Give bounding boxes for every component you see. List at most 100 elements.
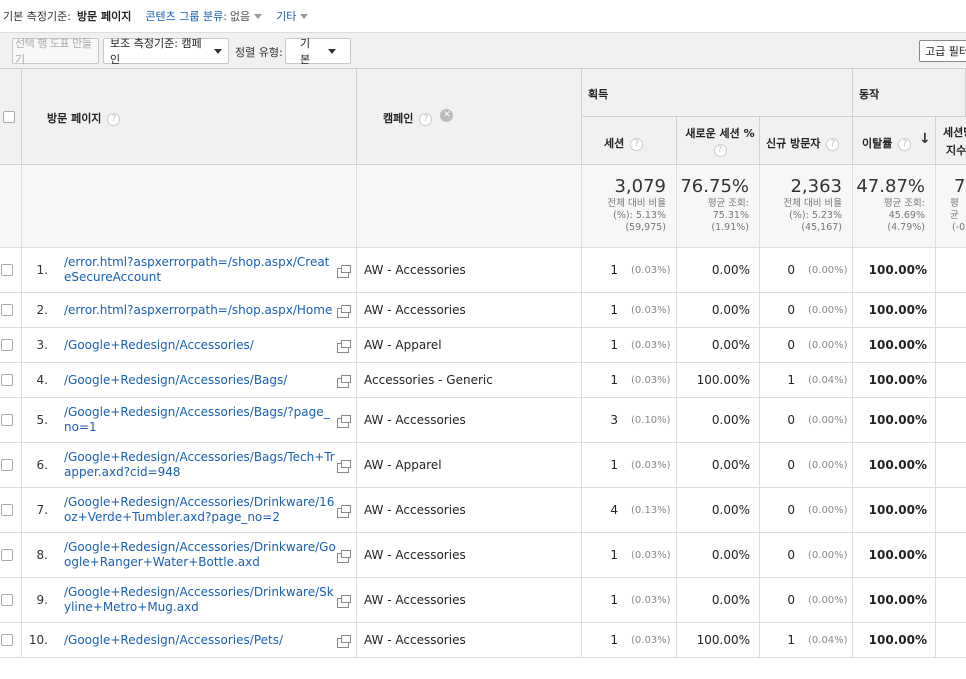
new-users-header[interactable]: 신규 방문자? (760, 117, 853, 165)
bounce-rate-value: 100.00% (868, 263, 927, 277)
bounce-rate-header[interactable]: 이탈률? ↓ (853, 117, 936, 165)
bounce-rate-value: 100.00% (868, 338, 927, 352)
sessions-pct: (0.03%) (631, 305, 671, 316)
row-select-checkbox[interactable] (1, 459, 13, 471)
sort-descending-icon[interactable]: ↓ (919, 131, 931, 147)
sessions-value: 1 (610, 338, 618, 352)
row-select-checkbox[interactable] (1, 549, 13, 561)
new-users-value: 0 (787, 413, 795, 427)
campaign-value: AW - Apparel (364, 338, 442, 352)
primary-dimension-bar: 기본 측정기준: 방문 페이지 콘텐츠 그룹 분류: 없음 기타 (0, 0, 966, 32)
total-pages-per-session-note-3: (-0 (952, 222, 966, 233)
sessions-value: 3 (610, 413, 618, 427)
campaign-value: AW - Accessories (364, 413, 466, 427)
new-users-value: 0 (787, 548, 795, 562)
pages-per-session-header-label: 세션당 (943, 126, 966, 139)
open-in-new-window-icon[interactable] (337, 305, 351, 318)
landing-page-link[interactable]: /Google+Redesign/Accessories/Bags/?page_… (64, 405, 336, 435)
select-all-checkbox[interactable] (3, 111, 15, 123)
open-in-new-window-icon[interactable] (337, 505, 351, 518)
sessions-pct: (0.03%) (631, 550, 671, 561)
content-group-dropdown[interactable]: 콘텐츠 그룹 분류: 없음 (145, 8, 263, 24)
new-sessions-value: 100.00% (696, 633, 750, 647)
row-number: 5. (36, 413, 48, 427)
row-select-checkbox[interactable] (1, 264, 13, 276)
open-in-new-window-icon[interactable] (337, 595, 351, 608)
landing-page-link[interactable]: /error.html?aspxerrorpath=/shop.aspx/Hom… (64, 303, 336, 318)
campaign-header[interactable]: 캠페인? ✕ (357, 69, 582, 165)
landing-page-link[interactable]: /Google+Redesign/Accessories/Pets/ (64, 633, 336, 648)
open-in-new-window-icon[interactable] (337, 460, 351, 473)
open-in-new-window-icon[interactable] (337, 635, 351, 648)
help-icon[interactable]: ? (107, 112, 121, 126)
row-select-checkbox[interactable] (1, 304, 13, 316)
new-users-value: 0 (787, 303, 795, 317)
table-row: 8. /Google+Redesign/Accessories/Drinkware… (0, 533, 966, 578)
row-select-checkbox[interactable] (1, 594, 13, 606)
new-sessions-value: 0.00% (711, 503, 750, 517)
landing-page-link[interactable]: /Google+Redesign/Accessories/Bags/Tech+T… (64, 450, 336, 480)
other-dimension-dropdown[interactable]: 기타 (276, 8, 309, 24)
new-users-value: 0 (787, 263, 795, 277)
secondary-dimension-dropdown[interactable]: 보조 측정기준: 캠페인 (103, 37, 229, 66)
sessions-value: 1 (610, 593, 618, 607)
sort-type-dropdown[interactable]: 기본 (285, 37, 351, 66)
chevron-down-icon (300, 13, 309, 19)
open-in-new-window-icon[interactable] (337, 415, 351, 428)
row-select-checkbox[interactable] (1, 339, 13, 351)
campaign-value: Accessories - Generic (364, 373, 493, 387)
sessions-pct: (0.10%) (631, 415, 671, 426)
sessions-pct: (0.03%) (631, 635, 671, 646)
help-icon[interactable]: ? (630, 137, 644, 151)
open-in-new-window-icon[interactable] (337, 340, 351, 353)
primary-dimension-landing-page[interactable]: 방문 페이지 (77, 8, 131, 24)
advanced-filter-button[interactable]: 고급 필터 (919, 40, 966, 62)
content-group-value: 없음 (229, 10, 251, 23)
help-icon[interactable]: ? (898, 137, 912, 151)
landing-page-header[interactable]: 방문 페이지? (22, 69, 357, 165)
new-sessions-value: 0.00% (711, 263, 750, 277)
row-select-checkbox[interactable] (1, 374, 13, 386)
help-icon[interactable]: ? (713, 144, 727, 157)
totals-row: 3,079 전체 대비 비율 (%): 5.13% (59,975) 76.75… (0, 165, 966, 248)
help-icon[interactable]: ? (826, 137, 840, 151)
campaign-value: AW - Apparel (364, 458, 442, 472)
total-new-sessions-note-3: (1.91%) (711, 222, 749, 233)
pages-per-session-header[interactable]: 세션당 지수 (936, 117, 966, 165)
table-row: 1. /error.html?aspxerrorpath=/shop.aspx/C… (0, 248, 966, 293)
landing-page-link[interactable]: /Google+Redesign/Accessories/ (64, 338, 336, 353)
behavior-group-header: 동작 (853, 69, 966, 117)
row-select-checkbox[interactable] (1, 504, 13, 516)
total-bounce-rate-note-2: 45.69% (888, 210, 925, 221)
table-row: 5. /Google+Redesign/Accessories/Bags/?pag… (0, 398, 966, 443)
row-select-checkbox[interactable] (1, 414, 13, 426)
row-number: 4. (36, 373, 48, 387)
campaign-value: AW - Accessories (364, 633, 466, 647)
sessions-value: 4 (610, 503, 618, 517)
chevron-down-icon (254, 13, 263, 19)
new-sessions-pct-header[interactable]: 새로운 세션 % ? (677, 117, 760, 165)
landing-page-link[interactable]: /Google+Redesign/Accessories/Drinkware/G… (64, 540, 336, 570)
landing-page-link[interactable]: /Google+Redesign/Accessories/Bags/ (64, 373, 336, 388)
advanced-filter-label: 고급 필터 (925, 45, 966, 58)
help-icon[interactable]: ? (419, 112, 433, 126)
row-select-checkbox[interactable] (1, 634, 13, 646)
acquisition-group-label: 획득 (588, 88, 609, 101)
open-in-new-window-icon[interactable] (337, 265, 351, 278)
open-in-new-window-icon[interactable] (337, 375, 351, 388)
open-in-new-window-icon[interactable] (337, 550, 351, 563)
landing-page-link[interactable]: /error.html?aspxerrorpath=/shop.aspx/Cre… (64, 255, 336, 285)
new-users-pct: (0.00%) (808, 415, 848, 426)
bounce-rate-value: 100.00% (868, 633, 927, 647)
new-sessions-value: 0.00% (711, 458, 750, 472)
sort-type-value: 기본 (300, 37, 311, 66)
remove-secondary-dimension-icon[interactable]: ✕ (440, 108, 454, 122)
table-row: 3. /Google+Redesign/Accessories/AW - Appa… (0, 328, 966, 363)
new-users-pct: (0.00%) (808, 460, 848, 471)
total-new-sessions-note-2: 75.31% (712, 210, 749, 221)
plot-rows-button[interactable]: 선택 행 도표 만들기 (12, 37, 99, 66)
sessions-header[interactable]: 세션? (582, 117, 677, 165)
row-number: 8. (36, 548, 48, 562)
landing-page-link[interactable]: /Google+Redesign/Accessories/Drinkware/1… (64, 495, 336, 525)
landing-page-link[interactable]: /Google+Redesign/Accessories/Drinkware/S… (64, 585, 336, 615)
